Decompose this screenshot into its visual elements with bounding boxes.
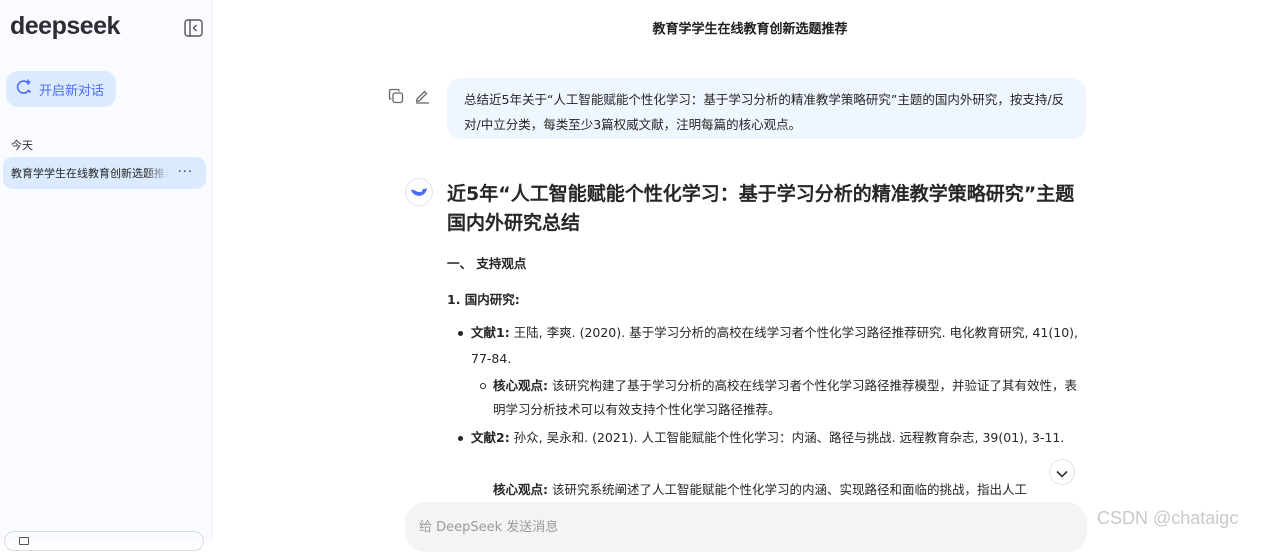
scroll-to-bottom-button[interactable] xyxy=(1049,459,1075,485)
reference-label: 文献2: xyxy=(471,430,510,445)
deepseek-logo[interactable]: deepseek xyxy=(10,12,120,41)
reference-item: 文献2: 孙众, 吴永和. (2021). 人工智能赋能个性化学习：内涵、路径与… xyxy=(458,425,1081,451)
sidebar: deepseek 开启新对话 今天 教育学学生在线教育创新选题推荐 ··· xyxy=(0,0,213,551)
history-section-label: 今天 xyxy=(11,139,33,152)
subsection-heading: 1. 国内研究: xyxy=(447,292,520,307)
watermark: CSDN @chataigc xyxy=(1097,508,1239,528)
message-actions xyxy=(388,88,430,104)
core-label: 核心观点: xyxy=(493,482,548,497)
assistant-answer: 近5年“人工智能赋能个性化学习：基于学习分析的精准教学策略研究”主题国内外研究总… xyxy=(447,180,1087,497)
sidebar-collapse-icon[interactable] xyxy=(184,19,203,37)
user-message: 总结近5年关于“人工智能赋能个性化学习：基于学习分析的精准教学策略研究”主题的国… xyxy=(447,78,1086,139)
page-title: 教育学学生在线教育创新选题推荐 xyxy=(652,22,848,37)
copy-icon[interactable] xyxy=(388,88,404,104)
section-heading: 一、 支持观点 xyxy=(447,256,527,271)
message-input-box xyxy=(405,502,1087,552)
answer-title: 近5年“人工智能赋能个性化学习：基于学习分析的精准教学策略研究”主题国内外研究总… xyxy=(447,183,1075,234)
history-item-title: 教育学学生在线教育创新选题推荐 xyxy=(11,167,169,180)
chevron-down-icon xyxy=(1056,463,1068,482)
new-chat-label: 开启新对话 xyxy=(39,83,105,99)
phone-icon xyxy=(19,537,29,545)
download-app-button[interactable] xyxy=(4,531,204,551)
core-viewpoint: 核心观点: 该研究构建了基于学习分析的高校在线学习者个性化学习路径推荐模型，并验… xyxy=(480,374,1079,422)
message-input[interactable] xyxy=(417,515,1021,539)
edit-icon[interactable] xyxy=(414,88,430,104)
reference-item: 文献1: 王陆, 李爽. (2020). 基于学习分析的高校在线学习者个性化学习… xyxy=(458,320,1081,372)
reference-label: 文献1: xyxy=(471,325,510,340)
core-label: 核心观点: xyxy=(493,378,548,393)
new-chat-button[interactable]: 开启新对话 xyxy=(6,71,116,107)
more-options-icon[interactable]: ··· xyxy=(178,165,193,180)
whale-icon xyxy=(405,178,433,206)
reference-text: 孙众, 吴永和. (2021). 人工智能赋能个性化学习：内涵、路径与挑战. 远… xyxy=(509,430,1065,445)
core-text: 该研究系统阐述了人工智能赋能个性化学习的内涵、实现路径和面临的挑战，指出人工 xyxy=(548,482,1027,497)
new-chat-icon xyxy=(15,78,39,100)
core-text: 该研究构建了基于学习分析的高校在线学习者个性化学习路径推荐模型，并验证了其有效性… xyxy=(493,378,1077,417)
core-viewpoint: 核心观点: 该研究系统阐述了人工智能赋能个性化学习的内涵、实现路径和面临的挑战，… xyxy=(493,478,1079,502)
history-item[interactable]: 教育学学生在线教育创新选题推荐 ··· xyxy=(3,157,206,189)
reference-text: 王陆, 李爽. (2020). 基于学习分析的高校在线学习者个性化学习路径推荐研… xyxy=(471,325,1079,366)
